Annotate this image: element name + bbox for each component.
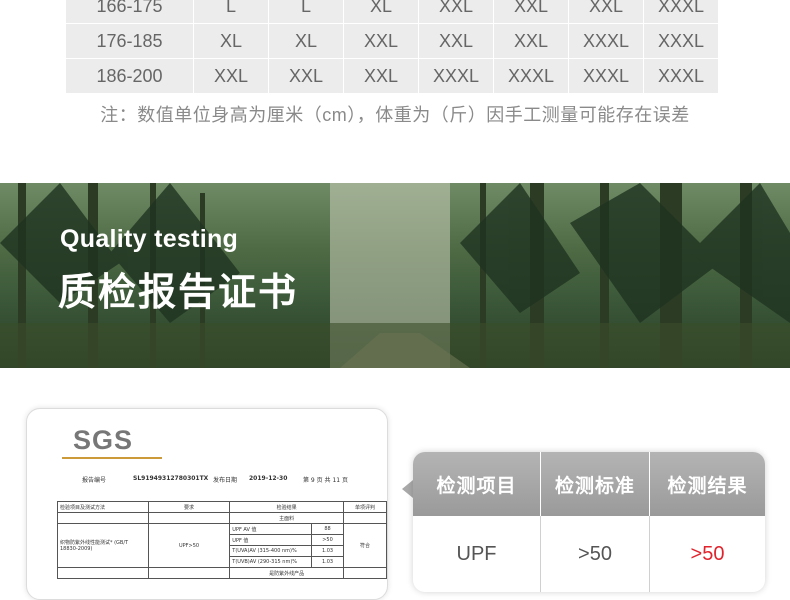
cert-requirement: UPF>50 [147, 523, 231, 568]
cert-footer: 是防紫外线产品 [229, 567, 345, 579]
callout-pointer [402, 480, 413, 498]
size-cell: XXXL [643, 0, 719, 24]
test-results-card: 检测项目 检测标准 检测结果 UPF >50 >50 [413, 452, 765, 592]
cert-header-item: 检验项目及测试方法 [57, 501, 149, 513]
cert-header-verdict: 单项评判 [343, 501, 387, 513]
issue-date-label: 发布日期 [213, 477, 238, 484]
size-cell: L [193, 0, 269, 24]
measurement-note: 注：数值单位身高为厘米（cm），体重为（斤）因手工测量可能存在误差 [100, 105, 690, 125]
results-row: UPF >50 >50 [413, 516, 765, 592]
height-range-cell: 176-185 [65, 23, 194, 59]
size-cell: XXXL [568, 58, 644, 94]
cert-header-result: 检验结果 [229, 501, 345, 513]
cert-item: 织物防紫外线性能测试* (GB/T 18830-2009) [57, 523, 149, 568]
size-cell: XXXL [418, 58, 494, 94]
size-cell: XXL [568, 0, 644, 24]
header-test-item: 检测项目 [413, 452, 541, 516]
page-info: 第 9 页 共 11 页 [303, 477, 348, 484]
cert-row-label: UPF AV 值 [229, 523, 312, 535]
certificate-table: 检验项目及测试方法 要求 检验结果 单项评判 主面料 织物防紫外线性能测试* (… [57, 501, 387, 579]
banner-title-en: Quality testing [60, 225, 239, 253]
cert-row-value: >50 [310, 534, 345, 546]
header-test-result: 检测结果 [667, 475, 748, 497]
size-row: 186-200 XXL XXL XXL XXXL XXXL XXXL XXXL [65, 58, 719, 94]
result-standard: >50 [541, 516, 650, 592]
cert-row-value: 1.03 [310, 545, 345, 557]
size-cell: XXL [343, 58, 419, 94]
size-cell: XXXL [643, 23, 719, 59]
size-row: 166-175 L L XL XXL XXL XXL XXXL [65, 0, 719, 24]
logo-underline [62, 457, 162, 459]
cert-row-label: UPF 值 [229, 534, 312, 546]
result-value: >50 [690, 542, 725, 565]
size-cell: XXXL [493, 58, 569, 94]
size-cell: XXL [193, 58, 269, 94]
size-cell: XXXL [643, 58, 719, 94]
result-item: UPF [413, 516, 541, 592]
cert-row-label: T(UVB)AV (290-315 nm)% [229, 556, 312, 568]
size-cell: XXL [343, 23, 419, 59]
size-chart-table: 166-175 L L XL XXL XXL XXL XXXL 176-185 XL XL XXL XX… [65, 0, 719, 94]
header-test-standard: 检测标准 [541, 452, 650, 516]
sgs-logo: SGS [73, 425, 134, 455]
height-range-cell: 166-175 [65, 0, 194, 24]
banner-title-zh: 质检报告证书 [58, 272, 299, 314]
size-cell: XL [193, 23, 269, 59]
cert-header-requirement: 要求 [147, 501, 231, 513]
size-cell: XXXL [568, 23, 644, 59]
cert-row-value: 88 [310, 523, 345, 535]
report-number-label: 报告编号 [82, 477, 107, 484]
size-cell: XL [343, 0, 419, 24]
cert-row-value: 1.03 [310, 556, 345, 568]
cert-verdict: 符合 [343, 523, 387, 568]
issue-date: 2019-12-30 [249, 475, 288, 482]
size-row: 176-185 XL XL XXL XXL XXL XXXL XXXL [65, 23, 719, 59]
quality-banner: Quality testing 质检报告证书 [0, 183, 790, 368]
size-cell: XXL [418, 23, 494, 59]
cert-subheader: 主面料 [229, 512, 345, 524]
height-range-cell: 186-200 [65, 58, 194, 94]
report-number: SL91949312780301TX [133, 475, 209, 482]
sgs-certificate-image: SGS 报告编号 SL91949312780301TX 发布日期 2019-12… [26, 408, 388, 600]
size-cell: XXL [268, 58, 344, 94]
results-header: 检测项目 检测标准 检测结果 [413, 452, 765, 516]
size-cell: XXL [493, 0, 569, 24]
size-cell: XL [268, 23, 344, 59]
size-cell: L [268, 0, 344, 24]
size-cell: XXL [418, 0, 494, 24]
size-cell: XXL [493, 23, 569, 59]
cert-row-label: T(UVA)AV (315-400 nm)% [229, 545, 312, 557]
